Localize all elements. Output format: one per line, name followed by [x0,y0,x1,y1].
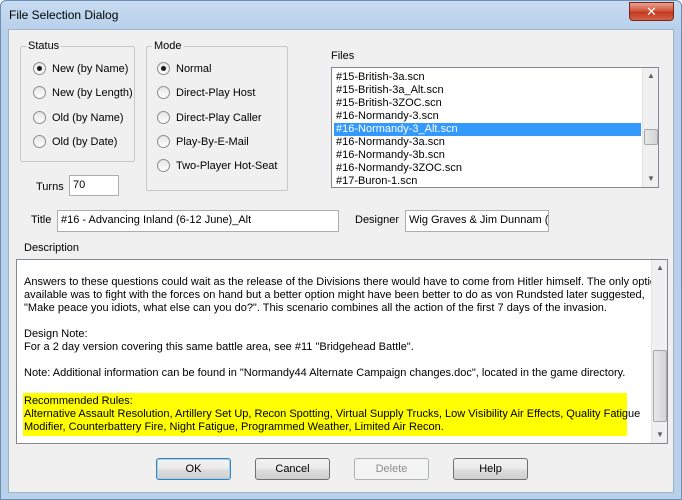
delete-button[interactable]: Delete [354,458,429,480]
description-scrollbar[interactable]: ▲ ▼ [651,260,667,443]
radio-unchecked-icon [157,111,170,124]
cancel-button[interactable]: Cancel [255,458,330,480]
dialog-client: Status New (by Name) New (by Length) Old… [8,29,674,493]
file-item[interactable]: #16-Normandy-3a.scn [334,136,641,149]
file-item[interactable]: #15-British-3ZOC.scn [334,97,641,110]
scroll-up-icon[interactable]: ▲ [643,68,659,84]
title-label: Title [31,214,52,226]
description-line: available was to fight with the forces o… [24,289,645,301]
radio-label: Two-Player Hot-Seat [176,159,278,172]
scroll-down-icon[interactable]: ▼ [652,427,668,443]
file-item[interactable]: #16-Normandy-3.scn [334,110,641,123]
mode-normal-radio[interactable]: Normal [157,62,211,75]
radio-label: New (by Length) [52,86,133,99]
turns-label: Turns [36,181,64,193]
mode-direct-play-host-radio[interactable]: Direct-Play Host [157,86,255,99]
scrollbar-thumb[interactable] [653,350,667,422]
description-line: Note: Additional information can be foun… [24,367,626,379]
radio-label: Play-By-E-Mail [176,135,249,148]
description-label: Description [24,242,80,254]
file-item-selected[interactable]: #16-Normandy-3_Alt.scn [334,123,641,136]
status-group-label: Status [26,40,62,52]
designer-label: Designer [355,214,400,226]
radio-unchecked-icon [33,111,46,124]
scroll-up-icon[interactable]: ▲ [652,260,668,276]
ok-button[interactable]: OK [156,458,231,480]
recommended-rules-highlight: Recommended Rules: Alternative Assault R… [23,393,640,436]
radio-unchecked-icon [33,135,46,148]
radio-label: Old (by Date) [52,135,118,148]
file-item[interactable]: #15-British-3a.scn [334,71,641,84]
dialog-window: File Selection Dialog ✕ Status New (by N… [0,0,682,500]
description-line: Answers to these questions could wait as… [24,276,663,288]
scrollbar-thumb[interactable] [644,129,658,145]
radio-label: Old (by Name) [52,111,124,124]
radio-label: Normal [176,62,212,75]
files-scrollbar[interactable]: ▲ ▼ [642,68,658,187]
mode-two-player-hot-seat-radio[interactable]: Two-Player Hot-Seat [157,159,277,172]
radio-label: Direct-Play Caller [176,111,262,124]
status-new-by-length-radio[interactable]: New (by Length) [33,86,133,99]
rules-line: Alternative Assault Resolution, Artiller… [24,408,641,420]
description-line: Design Note: [24,328,88,340]
status-new-by-name-radio[interactable]: New (by Name) [33,62,128,75]
mode-direct-play-caller-radio[interactable]: Direct-Play Caller [157,111,262,124]
file-item[interactable]: #16-Normandy-3ZOC.scn [334,162,641,175]
radio-unchecked-icon [157,86,170,99]
status-old-by-name-radio[interactable]: Old (by Name) [33,111,124,124]
radio-label: New (by Name) [52,62,129,75]
description-line: For a 2 day version covering this same b… [24,341,414,353]
scroll-down-icon[interactable]: ▼ [643,171,659,187]
radio-unchecked-icon [33,86,46,99]
rules-line: Recommended Rules: [24,395,133,407]
radio-unchecked-icon [157,159,170,172]
radio-checked-icon [33,62,46,75]
radio-label: Direct-Play Host [176,86,256,99]
mode-play-by-email-radio[interactable]: Play-By-E-Mail [157,135,249,148]
radio-unchecked-icon [157,135,170,148]
turns-input[interactable]: 70 [69,175,119,196]
description-line: "Make peace you idiots, what else can yo… [24,302,607,314]
radio-checked-icon [157,62,170,75]
title-input[interactable]: #16 - Advancing Inland (6-12 June)_Alt [57,210,339,232]
file-item[interactable]: #16-Normandy-3b.scn [334,149,641,162]
files-label: Files [331,50,355,62]
rules-line: Modifier, Counterbattery Fire, Night Fat… [24,421,444,433]
title-bar[interactable]: File Selection Dialog ✕ [1,1,681,29]
file-item[interactable]: #15-British-3a_Alt.scn [334,84,641,97]
status-old-by-date-radio[interactable]: Old (by Date) [33,135,117,148]
help-button[interactable]: Help [453,458,528,480]
window-title: File Selection Dialog [9,8,119,22]
close-icon: ✕ [646,4,657,19]
designer-input[interactable]: Wig Graves & Jim Dunnam (e [405,210,549,232]
file-item[interactable]: #17-Buron-1.scn [334,175,641,188]
mode-group-label: Mode [152,40,184,52]
description-textarea[interactable]: Answers to these questions could wait as… [16,259,668,444]
files-listbox[interactable]: #15-British-3a.scn #15-British-3a_Alt.sc… [331,67,659,188]
close-button[interactable]: ✕ [629,2,674,21]
